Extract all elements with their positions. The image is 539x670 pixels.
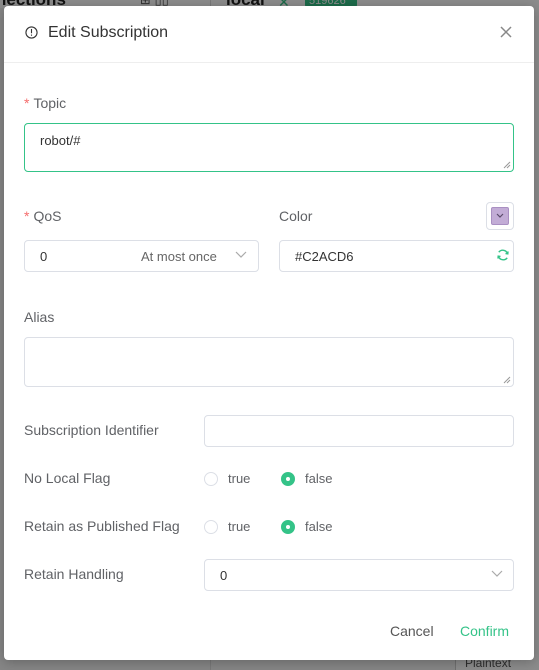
dialog-title: Edit Subscription (48, 24, 169, 41)
radio-label: false (305, 519, 333, 534)
retain-handling-label: Retain Handling (24, 566, 124, 582)
no-local-false-radio[interactable]: false (281, 471, 332, 486)
qos-select-value: 0 (40, 249, 48, 264)
topic-label: * Topic (24, 95, 66, 111)
color-input-value: #C2ACD6 (295, 249, 354, 264)
close-icon[interactable] (498, 24, 514, 40)
topic-label-text: Topic (33, 95, 67, 111)
radio-circle (204, 471, 218, 486)
retain-as-published-label: Retain as Published Flag (24, 518, 180, 534)
cancel-button[interactable]: Cancel (390, 623, 434, 639)
retain-as-published-false-radio[interactable]: false (281, 519, 332, 534)
qos-label: * QoS (24, 208, 61, 224)
no-local-true-radio[interactable]: true (204, 471, 250, 486)
required-mark: * (24, 95, 30, 111)
dialog-header: Edit Subscription (4, 6, 534, 63)
info-circle-icon (25, 26, 38, 39)
radio-label: true (228, 519, 251, 534)
chevron-down-icon (496, 213, 504, 218)
color-input[interactable]: #C2ACD6 (279, 240, 514, 272)
refresh-color-icon[interactable] (496, 248, 510, 262)
topic-input[interactable]: robot/# (24, 123, 514, 172)
alias-input[interactable] (24, 337, 514, 387)
qos-select[interactable]: 0 At most once (24, 240, 259, 272)
required-mark: * (24, 208, 30, 224)
color-label: Color (279, 208, 313, 224)
alias-label: Alias (24, 309, 55, 325)
resize-handle-icon[interactable] (503, 376, 511, 384)
color-picker-button[interactable] (486, 202, 514, 230)
retain-handling-value: 0 (220, 568, 228, 583)
no-local-flag-label: No Local Flag (24, 470, 111, 486)
chevron-down-icon (491, 570, 503, 577)
retain-handling-select[interactable]: 0 (204, 559, 514, 591)
qos-label-text: QoS (33, 208, 62, 224)
radio-label: false (305, 471, 333, 486)
radio-circle-selected (281, 471, 295, 486)
radio-circle (204, 519, 218, 534)
resize-handle-icon[interactable] (503, 161, 511, 169)
radio-circle-selected (281, 519, 295, 534)
qos-select-description: At most once (141, 249, 217, 264)
chevron-down-icon (235, 251, 247, 258)
subscription-identifier-label: Subscription Identifier (24, 422, 159, 438)
topic-input-value: robot/# (40, 133, 81, 148)
retain-as-published-true-radio[interactable]: true (204, 519, 250, 534)
edit-subscription-dialog: Edit Subscription * Topic robot/# * QoS Co… (4, 6, 534, 660)
confirm-button[interactable]: Confirm (460, 623, 509, 639)
subscription-identifier-input[interactable] (204, 415, 514, 447)
radio-label: true (228, 471, 251, 486)
